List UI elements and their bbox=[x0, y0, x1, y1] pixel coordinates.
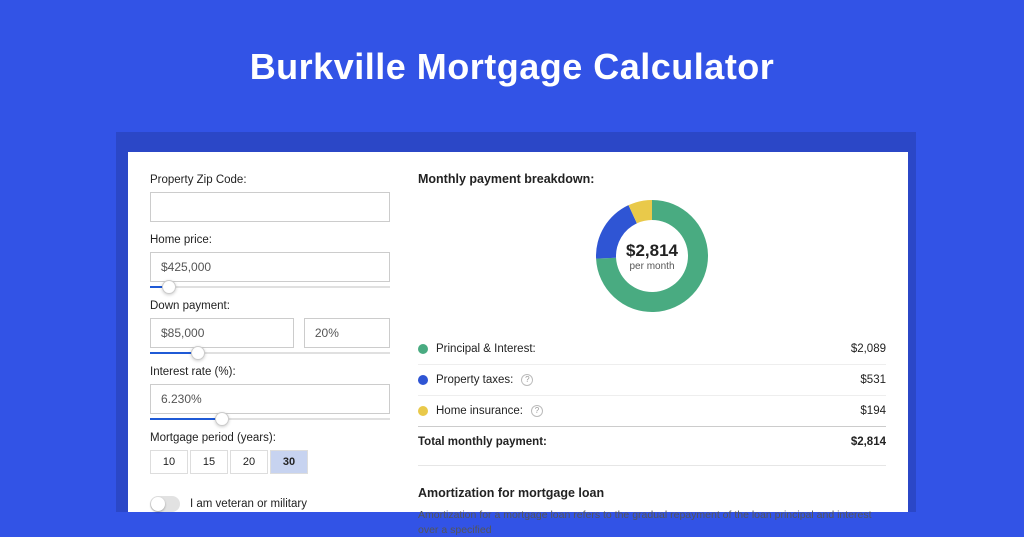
mortgage-period-label: Mortgage period (years): bbox=[150, 432, 390, 444]
total-value: $2,814 bbox=[851, 436, 886, 448]
zip-input[interactable] bbox=[150, 192, 390, 222]
home-price-field: Home price: bbox=[150, 234, 390, 288]
total-row: Total monthly payment: $2,814 bbox=[418, 426, 886, 457]
amortization-title: Amortization for mortgage loan bbox=[418, 486, 886, 500]
interest-rate-label: Interest rate (%): bbox=[150, 366, 390, 378]
breakdown-label: Property taxes: bbox=[436, 374, 513, 386]
help-icon[interactable]: ? bbox=[521, 374, 533, 386]
home-price-slider[interactable] bbox=[150, 286, 390, 288]
legend-dot bbox=[418, 406, 428, 416]
zip-field: Property Zip Code: bbox=[150, 174, 390, 222]
amortization-body: Amortization for a mortgage loan refers … bbox=[418, 508, 886, 537]
interest-rate-field: Interest rate (%): bbox=[150, 366, 390, 420]
down-payment-slider-thumb[interactable] bbox=[191, 346, 205, 360]
down-payment-amount-input[interactable] bbox=[150, 318, 294, 348]
breakdown-row: Property taxes:? $531 bbox=[418, 364, 886, 395]
breakdown-label: Home insurance: bbox=[436, 405, 523, 417]
interest-rate-input[interactable] bbox=[150, 384, 390, 414]
donut-center: $2,814 per month bbox=[592, 196, 712, 316]
veteran-toggle[interactable] bbox=[150, 496, 180, 512]
amortization-section: Amortization for mortgage loan Amortizat… bbox=[418, 465, 886, 537]
breakdown-value: $2,089 bbox=[851, 343, 886, 355]
donut-amount: $2,814 bbox=[626, 241, 678, 261]
down-payment-percent-input[interactable] bbox=[304, 318, 390, 348]
interest-rate-slider-thumb[interactable] bbox=[215, 412, 229, 426]
legend-dot bbox=[418, 344, 428, 354]
donut-wrap: $2,814 per month bbox=[418, 186, 886, 334]
down-payment-label: Down payment: bbox=[150, 300, 390, 312]
home-price-input[interactable] bbox=[150, 252, 390, 282]
breakdown-row: Home insurance:? $194 bbox=[418, 395, 886, 426]
period-option-30[interactable]: 30 bbox=[270, 450, 308, 474]
period-option-10[interactable]: 10 bbox=[150, 450, 188, 474]
home-price-label: Home price: bbox=[150, 234, 390, 246]
payment-donut-chart: $2,814 per month bbox=[592, 196, 712, 316]
breakdown-value: $194 bbox=[860, 405, 886, 417]
toggle-knob bbox=[151, 497, 165, 511]
mortgage-period-field: Mortgage period (years): 10152030 bbox=[150, 432, 390, 474]
page-title: Burkville Mortgage Calculator bbox=[0, 46, 1024, 88]
period-option-15[interactable]: 15 bbox=[190, 450, 228, 474]
breakdown-value: $531 bbox=[860, 374, 886, 386]
interest-rate-slider[interactable] bbox=[150, 418, 390, 420]
inputs-column: Property Zip Code: Home price: Down paym… bbox=[150, 162, 390, 502]
veteran-label: I am veteran or military bbox=[190, 498, 307, 510]
home-price-slider-thumb[interactable] bbox=[162, 280, 176, 294]
zip-label: Property Zip Code: bbox=[150, 174, 390, 186]
period-option-20[interactable]: 20 bbox=[230, 450, 268, 474]
donut-sub: per month bbox=[629, 261, 674, 272]
total-label: Total monthly payment: bbox=[418, 436, 547, 448]
help-icon[interactable]: ? bbox=[531, 405, 543, 417]
legend-dot bbox=[418, 375, 428, 385]
breakdown-label: Principal & Interest: bbox=[436, 343, 536, 355]
breakdown-row: Principal & Interest: $2,089 bbox=[418, 334, 886, 364]
breakdown-title: Monthly payment breakdown: bbox=[418, 172, 886, 186]
down-payment-slider[interactable] bbox=[150, 352, 390, 354]
results-column: Monthly payment breakdown: $2,814 per mo… bbox=[418, 162, 886, 502]
veteran-row: I am veteran or military bbox=[150, 496, 390, 512]
down-payment-field: Down payment: bbox=[150, 300, 390, 354]
calculator-card: Property Zip Code: Home price: Down paym… bbox=[128, 152, 908, 512]
